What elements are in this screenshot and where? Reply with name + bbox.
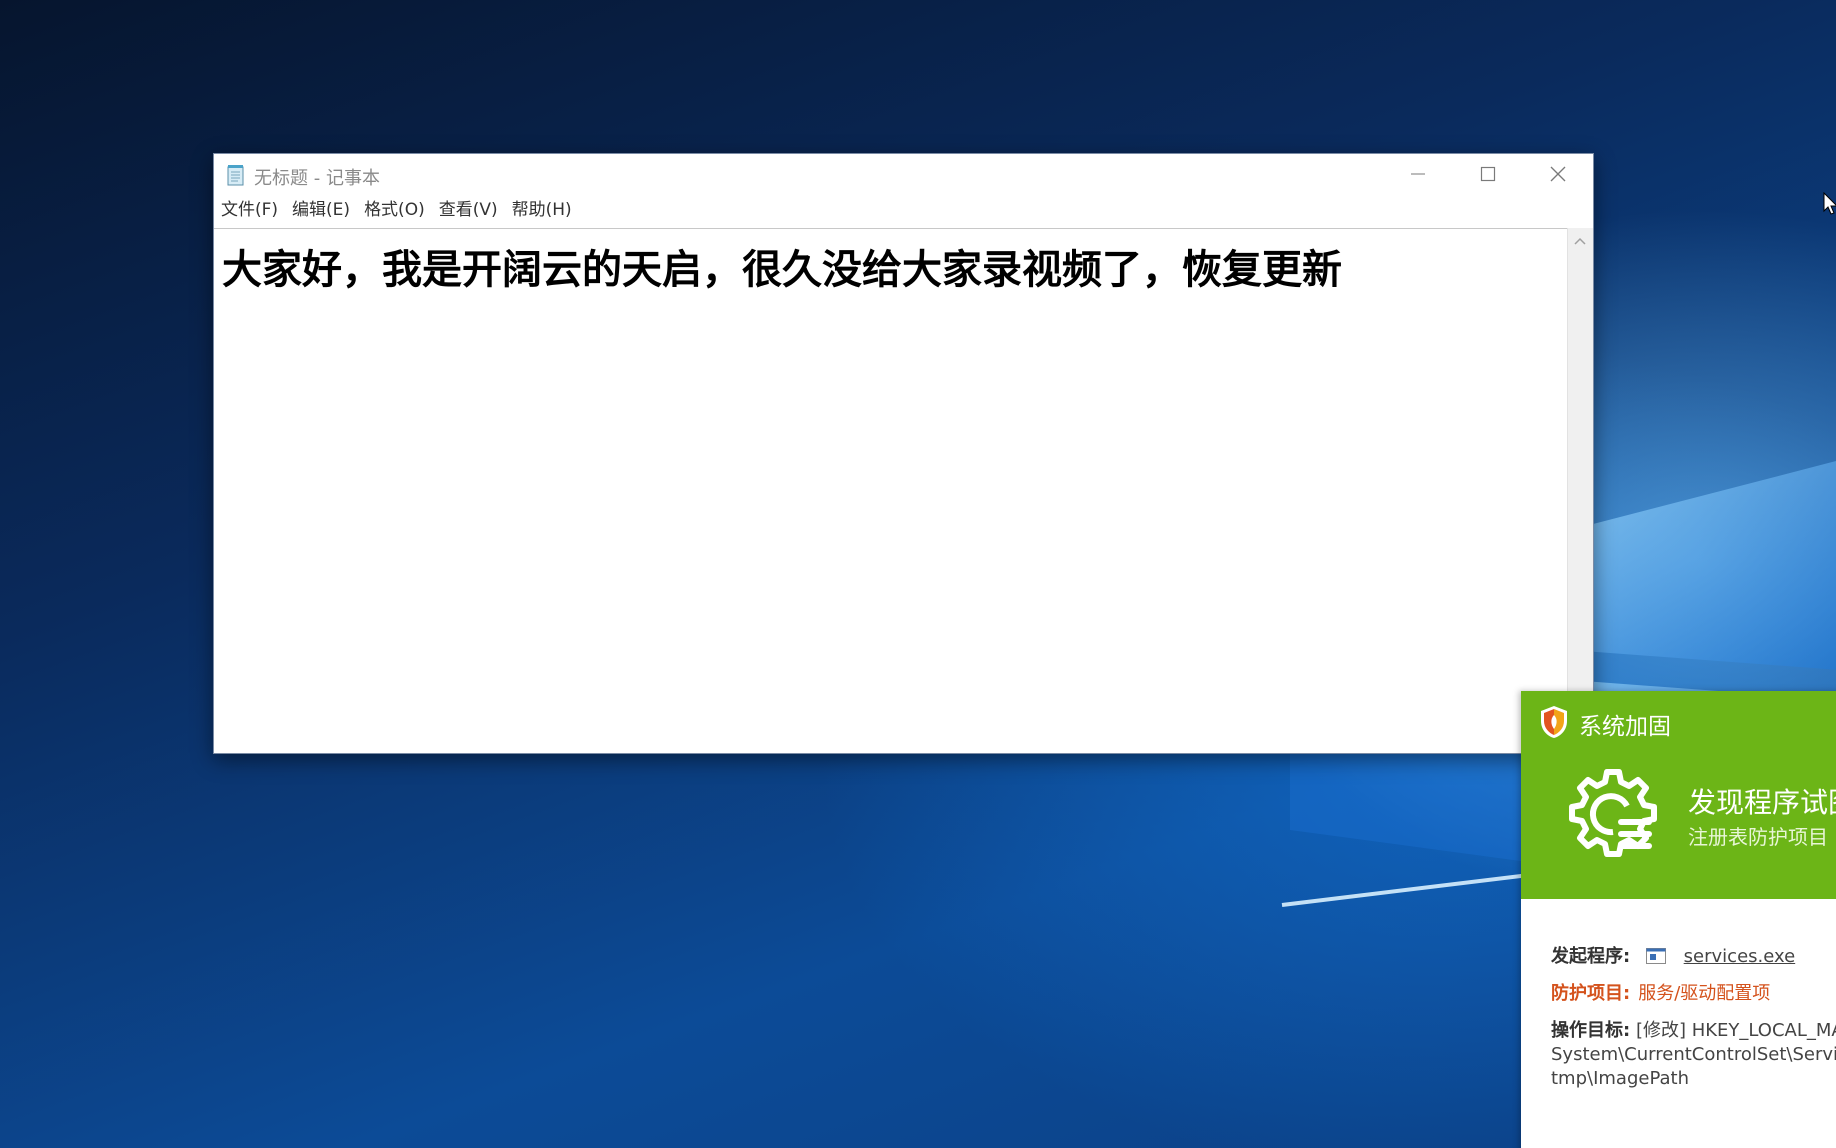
initiator-row: 发起程序: services.exe: [1551, 942, 1795, 968]
maximize-button[interactable]: [1453, 154, 1523, 194]
window-title: 无标题 - 记事本: [254, 168, 380, 189]
editor-content[interactable]: 大家好，我是开阔云的天启，很久没给大家录视频了，恢复更新: [222, 237, 1342, 295]
minimize-button[interactable]: [1383, 154, 1453, 194]
scroll-up-arrow-icon[interactable]: [1574, 236, 1586, 246]
gear-icon: [1569, 769, 1657, 857]
target-line-3: tmp\ImagePath: [1551, 1068, 1689, 1089]
menu-format[interactable]: 格式(O): [357, 194, 432, 226]
close-icon: [1550, 166, 1566, 182]
alert-headline: 发现程序试图: [1688, 786, 1836, 819]
menu-view[interactable]: 查看(V): [432, 194, 505, 226]
target-line-2: System\CurrentControlSet\Service: [1551, 1044, 1836, 1065]
shield-icon: [1541, 706, 1567, 738]
text-editor-area[interactable]: 大家好，我是开阔云的天启，很久没给大家录视频了，恢复更新: [214, 228, 1567, 753]
menu-file[interactable]: 文件(F): [214, 194, 285, 226]
protect-item-row: 防护项目: 服务/驱动配置项: [1551, 979, 1770, 1005]
exe-icon: [1645, 948, 1666, 964]
protect-value: 服务/驱动配置项: [1638, 983, 1771, 1004]
minimize-icon: [1411, 173, 1425, 175]
notepad-icon: [227, 165, 244, 186]
protect-label: 防护项目:: [1551, 983, 1631, 1004]
initiator-label: 发起程序:: [1551, 946, 1631, 967]
notepad-window[interactable]: 无标题 - 记事本 文件(F) 编辑(E) 格式(O) 查看(V) 帮助(H) …: [213, 153, 1594, 754]
mouse-cursor-icon: [1823, 192, 1836, 215]
popup-title: 系统加固: [1579, 714, 1671, 740]
vertical-scrollbar[interactable]: [1567, 228, 1593, 752]
close-button[interactable]: [1523, 154, 1593, 194]
menu-bar: 文件(F) 编辑(E) 格式(O) 查看(V) 帮助(H): [214, 194, 1593, 226]
security-alert-popup[interactable]: 系统加固 发现程序试图 注册表防护项目 发起程序:: [1521, 691, 1836, 1148]
desktop-background: 无标题 - 记事本 文件(F) 编辑(E) 格式(O) 查看(V) 帮助(H) …: [0, 0, 1836, 1148]
maximize-icon: [1480, 166, 1496, 182]
target-line-1: [修改] HKEY_LOCAL_MA: [1635, 1020, 1836, 1041]
initiator-program-link[interactable]: services.exe: [1684, 946, 1796, 967]
menu-help[interactable]: 帮助(H): [505, 194, 579, 226]
target-label: 操作目标:: [1551, 1020, 1631, 1041]
popup-header: 系统加固 发现程序试图 注册表防护项目: [1521, 691, 1836, 899]
title-bar[interactable]: 无标题 - 记事本: [214, 154, 1593, 194]
operation-target-row: 操作目标: [修改] HKEY_LOCAL_MA System\CurrentC…: [1551, 1019, 1836, 1091]
menu-edit[interactable]: 编辑(E): [285, 194, 357, 226]
alert-subline: 注册表防护项目: [1688, 825, 1828, 849]
